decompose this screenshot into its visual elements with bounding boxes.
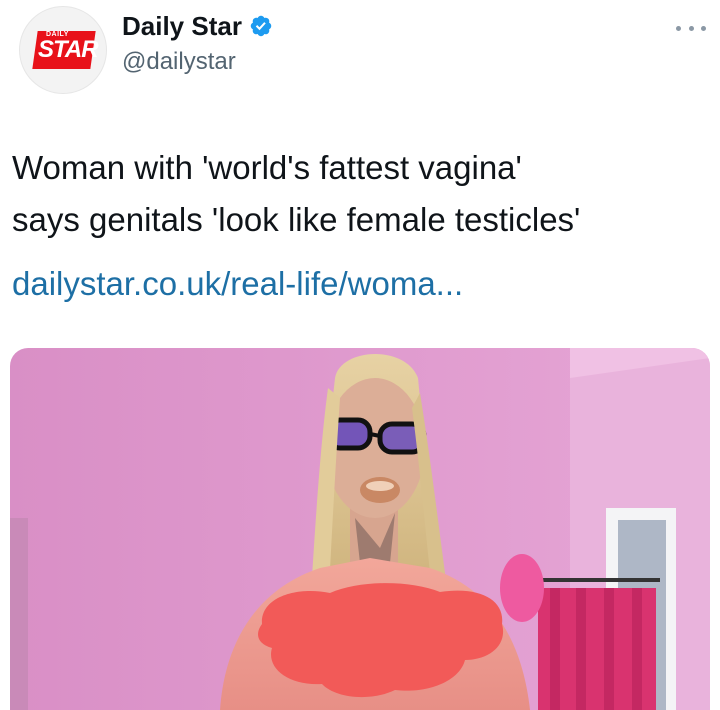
account-name-row: Daily Star [122, 8, 273, 44]
tweet-text-line-2: says genitals 'look like female testicle… [12, 201, 581, 238]
verified-badge-icon [250, 15, 272, 37]
display-name[interactable]: Daily Star [122, 11, 242, 42]
avatar[interactable]: DAILY STAR [19, 6, 107, 94]
tweet-text: Woman with 'world's fattest vagina' says… [12, 142, 712, 246]
logo-star-text: STAR [38, 36, 99, 63]
account-handle[interactable]: @dailystar [122, 48, 236, 76]
more-options-icon[interactable] [676, 18, 706, 38]
photo-illustration [10, 348, 710, 710]
tweet-card: DAILY STAR Daily Star @dailystar Woman w… [0, 0, 720, 710]
tweet-text-line-1: Woman with 'world's fattest vagina' [12, 149, 522, 186]
tweet-media-photo[interactable] [10, 348, 710, 710]
tweet-link[interactable]: dailystar.co.uk/real-life/woma... [12, 260, 463, 308]
